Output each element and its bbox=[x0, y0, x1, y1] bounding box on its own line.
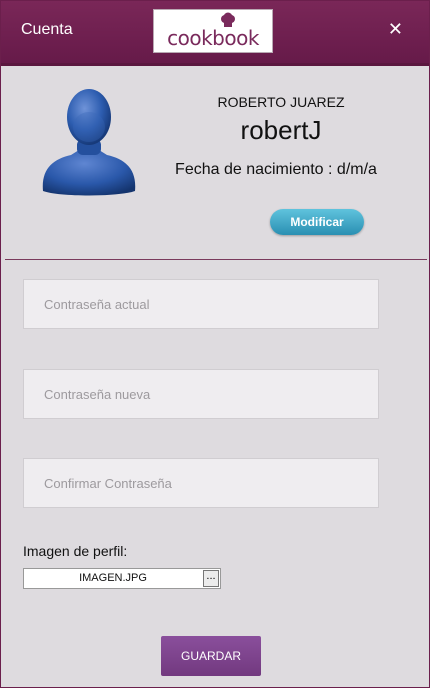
logo-text: cookbook bbox=[167, 26, 259, 50]
user-avatar-icon bbox=[42, 89, 136, 196]
profile-image-file-field[interactable]: IMAGEN.JPG ... bbox=[23, 568, 221, 589]
current-password-input[interactable] bbox=[23, 279, 379, 329]
modify-button[interactable]: Modificar bbox=[270, 209, 364, 235]
titlebar: Cuenta cookbook ✕ bbox=[1, 1, 429, 66]
cookbook-logo: cookbook bbox=[153, 9, 273, 53]
confirm-password-input[interactable] bbox=[23, 458, 379, 508]
close-icon[interactable]: ✕ bbox=[388, 19, 403, 40]
profile-image-label: Imagen de perfil: bbox=[23, 543, 128, 559]
new-password-input[interactable] bbox=[23, 369, 379, 419]
profile-username: robertJ bbox=[240, 115, 322, 145]
save-button[interactable]: GUARDAR bbox=[161, 636, 261, 676]
profile-full-name: ROBERTO JUAREZ bbox=[217, 94, 345, 110]
browse-button[interactable]: ... bbox=[203, 570, 219, 587]
divider bbox=[5, 259, 427, 260]
profile-birth-date: Fecha de nacimiento : d/m/a bbox=[175, 161, 377, 178]
profile-image-filename: IMAGEN.JPG bbox=[79, 572, 147, 584]
account-window: Cuenta cookbook ✕ ROBERTO JUAREZ robertJ… bbox=[0, 0, 430, 688]
window-title: Cuenta bbox=[21, 21, 73, 38]
